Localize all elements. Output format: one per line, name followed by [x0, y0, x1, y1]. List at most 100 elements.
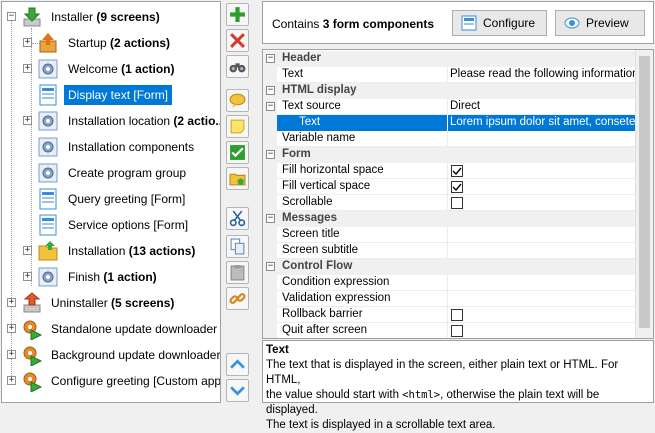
category-form[interactable]: − Form — [263, 147, 635, 163]
fill-vertical-checkbox[interactable] — [451, 181, 463, 193]
delete-button[interactable] — [226, 29, 249, 52]
add-icon — [230, 7, 245, 22]
installer-arrow-icon — [23, 7, 41, 27]
rollback-barrier-checkbox[interactable] — [451, 309, 463, 321]
property-grid[interactable]: − Header Text Please read the following … — [262, 49, 654, 339]
uninstaller-arrow-icon — [23, 292, 41, 313]
property-row-screen-subtitle[interactable]: Screen subtitle — [263, 243, 635, 259]
configure-form-icon — [461, 15, 477, 31]
expand-toggle[interactable]: + — [23, 246, 32, 255]
gear-screen-icon — [38, 111, 58, 131]
tree-item-create-program-group[interactable]: Create program group — [2, 160, 220, 186]
validate-button[interactable] — [226, 141, 249, 164]
add-button[interactable] — [226, 3, 249, 26]
delete-icon — [230, 33, 245, 48]
copy-icon — [230, 238, 245, 255]
form-header-panel: Contains 3 form components Configure Pre… — [262, 1, 654, 44]
property-description: Text The text that is displayed in the s… — [262, 340, 654, 431]
update-gear-icon — [23, 346, 43, 366]
description-title: Text — [266, 344, 289, 356]
collapse-toggle[interactable]: − — [266, 150, 275, 159]
collapse-toggle[interactable]: − — [266, 102, 275, 111]
expand-toggle[interactable]: + — [7, 350, 16, 359]
tree-item-startup[interactable]: + Startup (2 actions) — [2, 30, 220, 56]
tree-item-welcome[interactable]: + Welcome (1 action) — [2, 56, 220, 82]
scrollbar-thumb[interactable] — [639, 56, 650, 328]
tree-item-service-options[interactable]: Service options [Form] — [2, 212, 220, 238]
form-components-info: Contains 3 form components — [272, 17, 435, 31]
copy-button[interactable] — [226, 235, 249, 258]
configure-button[interactable]: Configure — [452, 10, 547, 36]
folder-gear-icon — [229, 173, 246, 186]
comment-icon — [229, 93, 246, 108]
property-row-quit-after-screen[interactable]: Quit after screen — [263, 323, 635, 338]
comment-button[interactable] — [226, 89, 249, 112]
note-icon — [230, 119, 245, 134]
tree-item-configure-greeting[interactable]: + Configure greeting [Custom appl... — [2, 368, 220, 394]
collapse-toggle[interactable]: − — [266, 54, 275, 63]
fill-horizontal-checkbox[interactable] — [451, 165, 463, 177]
gear-screen-icon — [38, 163, 58, 183]
collapse-toggle[interactable]: − — [7, 12, 16, 21]
property-row-rollback-barrier[interactable]: Rollback barrier — [263, 307, 635, 323]
move-down-button[interactable] — [226, 379, 249, 402]
expand-toggle[interactable]: + — [23, 38, 32, 47]
form-icon — [39, 214, 57, 236]
link-button[interactable] — [226, 287, 249, 310]
property-row-text-content[interactable]: Text Lorem ipsum dolor sit amet, consete… — [263, 115, 649, 131]
screens-tree[interactable]: − Installer (9 screens) + Startup (2 act… — [1, 1, 221, 403]
category-html-display[interactable]: − HTML display — [263, 83, 635, 99]
tree-item-query-greeting[interactable]: Query greeting [Form] — [2, 186, 220, 212]
folder-action-button[interactable] — [226, 167, 249, 190]
binoculars-icon — [229, 63, 246, 73]
property-row-validation-expression[interactable]: Validation expression — [263, 291, 635, 307]
tree-item-installation-components[interactable]: Installation components — [2, 134, 220, 160]
find-button[interactable] — [226, 55, 249, 78]
move-up-button[interactable] — [226, 353, 249, 376]
collapse-toggle[interactable]: − — [266, 214, 275, 223]
paste-button[interactable] — [226, 261, 249, 284]
description-line-1: The text that is displayed in the screen… — [266, 359, 619, 386]
scrollable-checkbox[interactable] — [451, 197, 463, 209]
collapse-toggle[interactable]: − — [266, 86, 275, 95]
tree-item-display-text[interactable]: Display text [Form] — [2, 82, 220, 108]
gear-screen-icon — [38, 267, 58, 287]
expand-toggle[interactable]: + — [23, 116, 32, 125]
preview-button[interactable]: Preview — [555, 10, 645, 36]
property-row-text[interactable]: Text Please read the following informati… — [263, 67, 642, 83]
update-gear-icon — [23, 372, 43, 392]
eye-icon — [564, 17, 580, 29]
tree-item-finish[interactable]: + Finish (1 action) — [2, 264, 220, 290]
description-line-2: the value should start with <html>, othe… — [266, 389, 600, 416]
move-up-icon — [230, 359, 245, 369]
category-control-flow[interactable]: − Control Flow — [263, 259, 635, 275]
paste-icon — [230, 265, 245, 281]
tree-item-installation[interactable]: + Installation (13 actions) — [2, 238, 220, 264]
tree-item-installation-location[interactable]: + Installation location (2 actio... — [2, 108, 220, 134]
note-button[interactable] — [226, 115, 249, 138]
expand-toggle[interactable]: + — [7, 376, 16, 385]
tree-item-background-update[interactable]: + Background update downloader ... — [2, 342, 220, 368]
quit-after-screen-checkbox[interactable] — [451, 325, 463, 337]
collapse-toggle[interactable]: − — [266, 262, 275, 271]
property-row-variable-name[interactable]: Variable name — [263, 131, 635, 147]
property-row-text-source[interactable]: − Text source Direct — [263, 99, 635, 115]
expand-toggle[interactable]: + — [7, 324, 16, 333]
expand-toggle[interactable]: + — [23, 272, 32, 281]
property-grid-scrollbar[interactable] — [635, 50, 653, 338]
property-row-fill-vertical[interactable]: Fill vertical space — [263, 179, 635, 195]
startup-box-icon — [39, 33, 57, 53]
category-messages[interactable]: − Messages — [263, 211, 635, 227]
property-row-scrollable[interactable]: Scrollable — [263, 195, 635, 211]
tree-item-standalone-update[interactable]: + Standalone update downloader ... — [2, 316, 220, 342]
property-row-screen-title[interactable]: Screen title — [263, 227, 635, 243]
property-row-condition-expression[interactable]: Condition expression — [263, 275, 635, 291]
category-header[interactable]: − Header — [263, 51, 635, 67]
tree-item-installer[interactable]: − Installer (9 screens) — [2, 4, 220, 30]
form-icon — [39, 188, 57, 210]
property-row-fill-horizontal[interactable]: Fill horizontal space — [263, 163, 635, 179]
cut-button[interactable] — [226, 207, 249, 230]
expand-toggle[interactable]: + — [23, 64, 32, 73]
tree-item-uninstaller[interactable]: + Uninstaller (5 screens) — [2, 290, 220, 316]
expand-toggle[interactable]: + — [7, 298, 16, 307]
